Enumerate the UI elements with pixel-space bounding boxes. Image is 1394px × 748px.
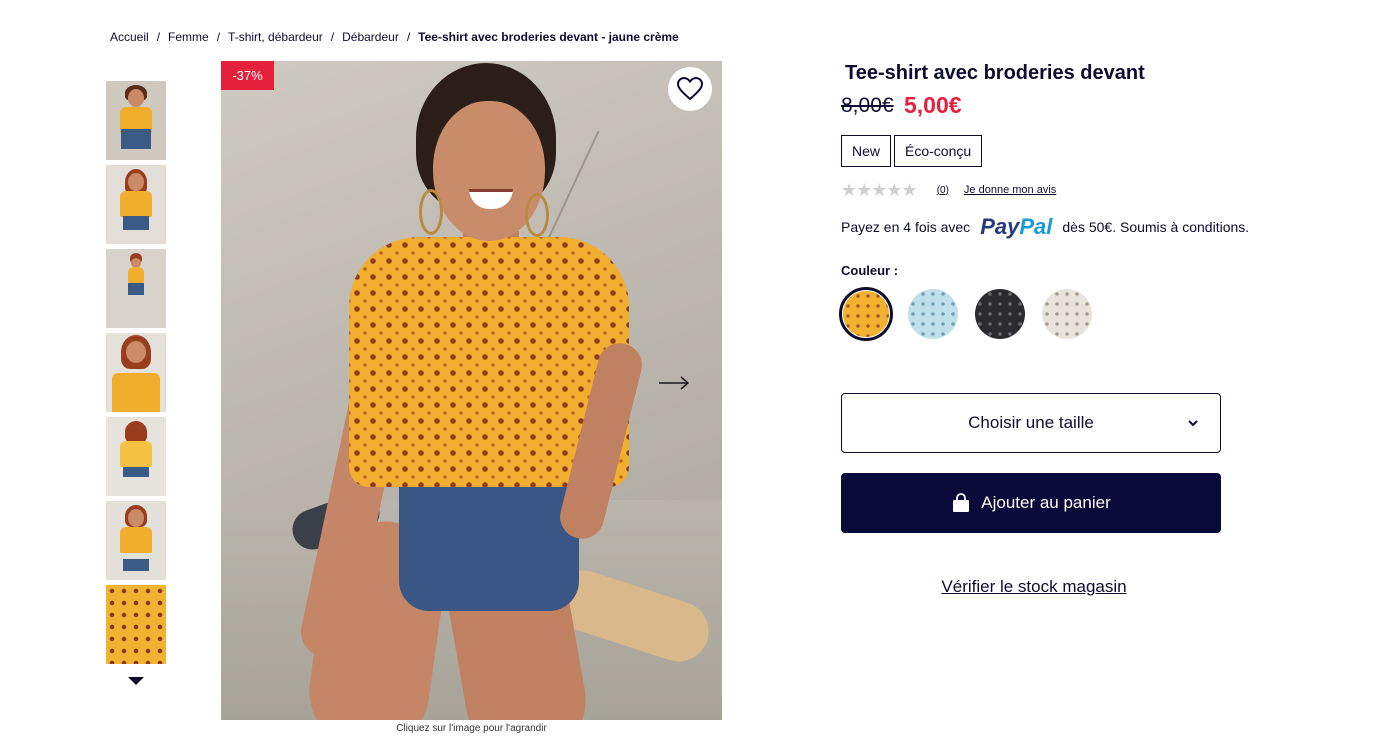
thumbnail-figure	[128, 509, 144, 527]
write-review-link[interactable]: Je donne mon avis	[964, 184, 1056, 196]
thumbnail-figure	[126, 341, 146, 363]
star-icon: ★★★★★	[841, 180, 918, 200]
paypal-prefix: Payez en 4 fois avec	[841, 219, 971, 235]
breadcrumb-current: Tee-shirt avec broderies devant - jaune …	[418, 30, 679, 44]
image-caption: Cliquez sur l'image pour l'agrandir	[396, 723, 547, 734]
thumbnail-figure	[128, 89, 144, 107]
thumbnail-list	[106, 81, 166, 669]
size-select[interactable]: Choisir une taille	[841, 393, 1221, 453]
breadcrumb-separator: /	[406, 30, 411, 44]
thumbnail-figure	[120, 441, 152, 467]
thumbnail-3[interactable]	[106, 249, 166, 328]
rating: ★★★★★ (0) Je donne mon avis	[841, 181, 1056, 199]
check-store-stock-link[interactable]: Vérifier le stock magasin	[841, 577, 1227, 597]
price-old: 8,00€	[841, 94, 894, 117]
thumbnail-4[interactable]	[106, 333, 166, 412]
breadcrumb-separator: /	[156, 30, 161, 44]
thumbnail-fabric-pattern	[106, 585, 166, 664]
breadcrumb-separator: /	[216, 30, 221, 44]
breadcrumb-debardeur[interactable]: Débardeur	[342, 30, 399, 44]
add-to-cart-button[interactable]: Ajouter au panier	[841, 473, 1221, 533]
color-swatch-ecru[interactable]	[1042, 289, 1092, 339]
breadcrumb-separator: /	[330, 30, 335, 44]
paypal-logo-pay: Pay	[980, 214, 1020, 239]
product-badges: New Éco-conçu	[841, 135, 983, 167]
thumbnail-1[interactable]	[106, 81, 166, 160]
color-swatch-jaune[interactable]	[839, 287, 893, 341]
heart-icon	[677, 77, 703, 101]
breadcrumb: Accueil / Femme / T-shirt, débardeur / D…	[110, 30, 679, 44]
chevron-down-icon	[1188, 420, 1198, 427]
image-figure-earring	[525, 193, 549, 237]
image-figure-earring	[419, 189, 443, 235]
thumbnail-figure	[128, 173, 144, 191]
paypal-suffix: dès 50€. Soumis à conditions.	[1062, 219, 1250, 235]
thumbnail-figure	[128, 283, 144, 295]
thumbnail-7[interactable]	[106, 585, 166, 664]
thumbnail-6[interactable]	[106, 501, 166, 580]
badge-eco: Éco-conçu	[894, 135, 983, 167]
thumbnail-figure	[125, 421, 147, 443]
breadcrumb-femme[interactable]: Femme	[168, 30, 209, 44]
thumbnail-2[interactable]	[106, 165, 166, 244]
breadcrumb-home[interactable]: Accueil	[110, 30, 149, 44]
thumbnail-figure	[123, 216, 149, 230]
color-swatch-bleu[interactable]	[908, 289, 958, 339]
color-label: Couleur :	[841, 263, 899, 278]
color-swatch-noir[interactable]	[975, 289, 1025, 339]
size-select-label: Choisir une taille	[968, 413, 1094, 432]
thumbnail-figure	[120, 527, 152, 553]
color-swatches	[839, 287, 1092, 341]
thumbnail-figure	[123, 559, 149, 571]
product-title: Tee-shirt avec broderies devant	[845, 62, 1145, 84]
thumbnail-figure	[128, 267, 144, 283]
thumbnail-5[interactable]	[106, 417, 166, 496]
discount-badge: -37%	[221, 61, 274, 90]
price-new: 5,00€	[904, 92, 962, 118]
arrow-right-icon[interactable]	[658, 372, 690, 394]
paypal-logo-pal: Pal	[1019, 214, 1053, 239]
thumbnails-down-arrow-icon[interactable]	[128, 677, 144, 685]
thumbnail-figure	[120, 191, 152, 217]
shopping-bag-icon	[953, 493, 970, 512]
paypal-installments: Payez en 4 fois avec PayPal dès 50€. Sou…	[841, 214, 1249, 240]
thumbnail-figure	[121, 129, 151, 149]
paypal-logo: PayPal	[980, 214, 1052, 240]
review-count[interactable]: (0)	[937, 185, 949, 196]
main-product-image[interactable]	[221, 61, 722, 720]
breadcrumb-tshirt[interactable]: T-shirt, débardeur	[228, 30, 323, 44]
add-to-cart-label: Ajouter au panier	[981, 493, 1111, 512]
thumbnail-figure	[123, 467, 149, 477]
thumbnail-figure	[112, 373, 160, 412]
favorite-button[interactable]	[668, 67, 712, 111]
badge-new: New	[841, 135, 892, 167]
